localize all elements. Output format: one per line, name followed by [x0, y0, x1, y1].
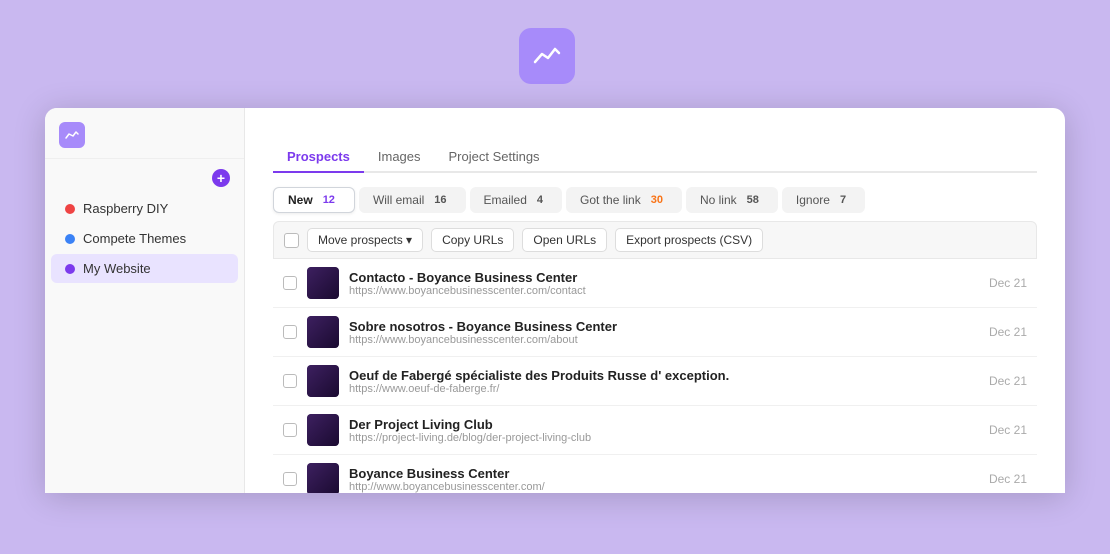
tab-project-settings[interactable]: Project Settings	[435, 142, 554, 173]
toolbar-btn-2[interactable]: Open URLs	[522, 228, 607, 252]
tab-images[interactable]: Images	[364, 142, 435, 173]
sidebar-item-label-2: My Website	[83, 261, 151, 276]
filter-label-1: Will email	[373, 193, 424, 207]
toolbar-btn-3[interactable]: Export prospects (CSV)	[615, 228, 763, 252]
row-url-3: https://project-living.de/blog/der-proje…	[349, 432, 979, 444]
filter-badge-0: 12	[318, 193, 340, 207]
filter-btn-got-the-link[interactable]: Got the link 30	[566, 187, 682, 213]
filter-btn-ignore[interactable]: Ignore 7	[782, 187, 865, 213]
filter-badge-3: 30	[646, 193, 668, 207]
sidebar: + Raspberry DIY Compete Themes My Websit…	[45, 108, 245, 493]
row-info-1: Sobre nosotros - Boyance Business Center…	[349, 319, 979, 346]
row-thumb-0	[307, 267, 339, 299]
row-name-4: Boyance Business Center	[349, 466, 979, 481]
sidebar-items-container: Raspberry DIY Compete Themes My Website	[45, 193, 244, 284]
row-thumb-3	[307, 414, 339, 446]
filter-btn-emailed[interactable]: Emailed 4	[470, 187, 562, 213]
row-date-3: Dec 21	[989, 423, 1027, 437]
filter-btn-will-email[interactable]: Will email 16	[359, 187, 466, 213]
sidebar-dot-2	[65, 264, 75, 274]
filter-badge-2: 4	[532, 193, 548, 207]
filter-badge-1: 16	[429, 193, 451, 207]
row-checkbox-4[interactable]	[283, 472, 297, 486]
filter-label-2: Emailed	[484, 193, 527, 207]
sidebar-item-2[interactable]: My Website	[51, 254, 238, 283]
row-date-2: Dec 21	[989, 374, 1027, 388]
row-date-1: Dec 21	[989, 325, 1027, 339]
filter-label-5: Ignore	[796, 193, 830, 207]
row-thumb-2	[307, 365, 339, 397]
prospect-row: Sobre nosotros - Boyance Business Center…	[273, 308, 1037, 357]
hero-logo-icon	[519, 28, 575, 84]
row-checkbox-2[interactable]	[283, 374, 297, 388]
sidebar-item-1[interactable]: Compete Themes	[51, 224, 238, 253]
prospect-row: Boyance Business Center http://www.boyan…	[273, 455, 1037, 493]
filter-bar: New 12 Will email 16 Emailed 4 Got the link 30 N…	[273, 187, 1037, 213]
table-toolbar: Move prospects ▾ Copy URLs Open URLs Export…	[273, 221, 1037, 259]
row-checkbox-3[interactable]	[283, 423, 297, 437]
app-window: + Raspberry DIY Compete Themes My Websit…	[45, 108, 1065, 493]
filter-btn-no-link[interactable]: No link 58	[686, 187, 778, 213]
sidebar-logo-icon	[59, 122, 85, 148]
add-site-button[interactable]: +	[212, 169, 230, 187]
sidebar-item-label-0: Raspberry DIY	[83, 201, 168, 216]
row-info-4: Boyance Business Center http://www.boyan…	[349, 466, 979, 493]
row-checkbox-0[interactable]	[283, 276, 297, 290]
sidebar-dot-1	[65, 234, 75, 244]
sidebar-section-header: +	[45, 159, 244, 193]
filter-label-3: Got the link	[580, 193, 641, 207]
filter-badge-4: 58	[742, 193, 764, 207]
row-name-3: Der Project Living Club	[349, 417, 979, 432]
sidebar-item-label-1: Compete Themes	[83, 231, 186, 246]
row-url-1: https://www.boyancebusinesscenter.com/ab…	[349, 334, 979, 346]
sidebar-dot-0	[65, 204, 75, 214]
row-date-0: Dec 21	[989, 276, 1027, 290]
prospect-row: Oeuf de Fabergé spécialiste des Produits…	[273, 357, 1037, 406]
row-info-0: Contacto - Boyance Business Center https…	[349, 270, 979, 297]
toolbar-btn-0[interactable]: Move prospects ▾	[307, 228, 423, 252]
tabs: ProspectsImagesProject Settings	[273, 142, 1037, 173]
row-name-2: Oeuf de Fabergé spécialiste des Produits…	[349, 368, 979, 383]
prospects-list: Contacto - Boyance Business Center https…	[273, 259, 1037, 493]
sidebar-item-0[interactable]: Raspberry DIY	[51, 194, 238, 223]
row-url-2: https://www.oeuf-de-faberge.fr/	[349, 383, 979, 395]
prospect-row: Contacto - Boyance Business Center https…	[273, 259, 1037, 308]
tab-prospects[interactable]: Prospects	[273, 142, 364, 173]
row-thumb-1	[307, 316, 339, 348]
filter-label-0: New	[288, 193, 313, 207]
filter-label-4: No link	[700, 193, 737, 207]
toolbar-btn-1[interactable]: Copy URLs	[431, 228, 514, 252]
filter-badge-5: 7	[835, 193, 851, 207]
prospect-row: Der Project Living Club https://project-…	[273, 406, 1037, 455]
row-checkbox-1[interactable]	[283, 325, 297, 339]
sidebar-brand	[45, 108, 244, 159]
row-date-4: Dec 21	[989, 472, 1027, 486]
row-info-2: Oeuf de Fabergé spécialiste des Produits…	[349, 368, 979, 395]
row-name-0: Contacto - Boyance Business Center	[349, 270, 979, 285]
row-url-0: https://www.boyancebusinesscenter.com/co…	[349, 285, 979, 297]
row-url-4: http://www.boyancebusinesscenter.com/	[349, 481, 979, 493]
row-name-1: Sobre nosotros - Boyance Business Center	[349, 319, 979, 334]
row-thumb-4	[307, 463, 339, 493]
select-all-checkbox[interactable]	[284, 233, 299, 248]
main-content: ProspectsImagesProject Settings New 12 Wil…	[245, 108, 1065, 493]
hero-header	[0, 0, 1110, 108]
filter-btn-new[interactable]: New 12	[273, 187, 355, 213]
row-info-3: Der Project Living Club https://project-…	[349, 417, 979, 444]
